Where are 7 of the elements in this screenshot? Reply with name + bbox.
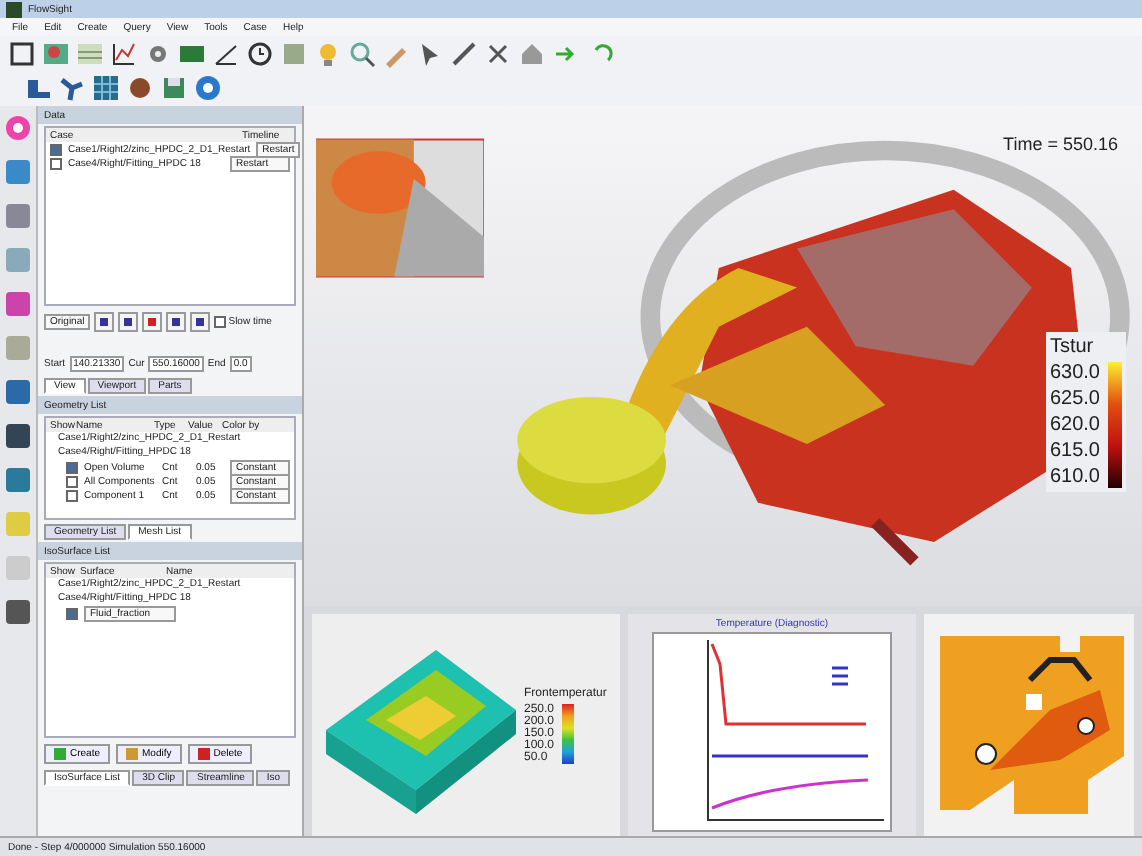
legend-tick: 610.0 bbox=[1049, 466, 1100, 488]
legend-tick: 625.0 bbox=[1049, 388, 1100, 410]
time-readout: Time = 550.16 bbox=[1003, 134, 1118, 154]
legend-tick: 630.0 bbox=[1049, 362, 1100, 384]
legend-tick: 620.0 bbox=[1049, 414, 1100, 436]
legend-title: Tstur bbox=[1049, 336, 1096, 358]
legend-tick: 615.0 bbox=[1049, 440, 1100, 462]
